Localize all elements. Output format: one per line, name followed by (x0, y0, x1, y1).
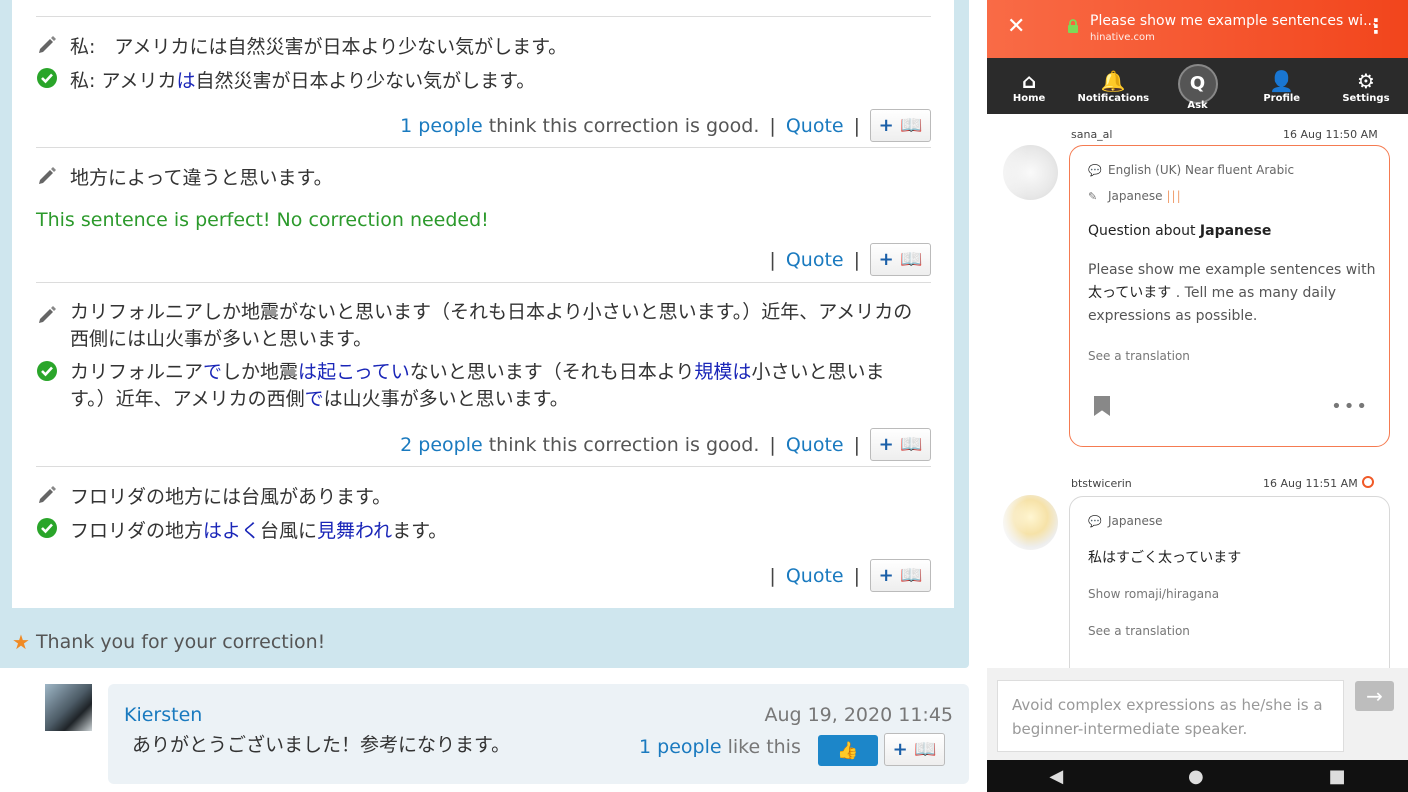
question-language: 💬 Japanese (1088, 514, 1163, 528)
correction-actions: 1 people think this correction is good. … (400, 109, 931, 142)
lock-icon (1068, 19, 1078, 33)
bell-icon: 🔔 (1100, 68, 1126, 93)
nav-home[interactable]: ⌂ Home (987, 58, 1071, 114)
see-translation-link[interactable]: See a translation (1088, 624, 1190, 638)
quote-link[interactable]: Quote (786, 434, 844, 456)
gear-icon: ⚙ (1356, 68, 1375, 93)
android-nav-bar: ◀ ● ■ (987, 760, 1408, 792)
add-to-notebook-button[interactable]: + 📖 (884, 733, 945, 766)
person-icon: 👤 (1269, 68, 1295, 93)
avatar[interactable] (45, 684, 92, 731)
answer-input[interactable]: Avoid complex expressions as he/she is a… (997, 680, 1344, 752)
browser-top-bar: ✕ Please show me example sentences wi...… (987, 0, 1408, 58)
page-url: hinative.com (1090, 32, 1155, 43)
question-card[interactable]: 💬 Japanese 私はすごく太っています Show romaji/hirag… (1069, 496, 1390, 696)
nav-ask[interactable]: Q Ask (1155, 58, 1239, 114)
corrected-sentence: カリフォルニアでしか地震は起こっていないと思います（それも日本より規模は小さいと… (36, 359, 915, 413)
back-icon[interactable]: ◀ (1049, 766, 1063, 787)
row-separator (36, 466, 931, 467)
pencil-icon (36, 483, 58, 505)
add-to-notebook-button[interactable]: + 📖 (870, 428, 931, 461)
nav-notifications[interactable]: 🔔 Notifications (1071, 58, 1155, 114)
add-to-notebook-button[interactable]: + 📖 (870, 109, 931, 142)
speech-bubble-icon: 💬 (1088, 163, 1102, 177)
corrected-text: カリフォルニアでしか地震は起こっていないと思います（それも日本より規模は小さいと… (70, 361, 885, 410)
corrected-sentence: 私: アメリカは自然災害が日本より少ない気がします。 (36, 67, 535, 95)
original-sentence: 私: アメリカには自然災害が日本より少ない気がします。 (36, 33, 567, 61)
correction-actions: | Quote | + 📖 (759, 559, 931, 592)
original-sentence: 地方によって違うと思います。 (36, 164, 333, 192)
row-separator (36, 147, 931, 148)
comment-box: Kiersten Aug 19, 2020 11:45 ありがとうございました！… (108, 684, 969, 784)
nav-profile[interactable]: 👤 Profile (1240, 58, 1324, 114)
clock-icon (1362, 476, 1374, 488)
home-circle-icon[interactable]: ● (1188, 766, 1204, 787)
like-button[interactable]: 👍 (818, 735, 878, 766)
corrected-sentence: フロリダの地方はよく台風に見舞われます。 (36, 517, 447, 545)
comment-message: ありがとうございました！参考になります。 (132, 734, 511, 756)
original-sentence: フロリダの地方には台風があります。 (36, 483, 391, 511)
like-count-link[interactable]: 1 people (639, 736, 722, 758)
question-date: 16 Aug 11:51 AM (1263, 477, 1358, 490)
question-sentence: 私はすごく太っています (1088, 550, 1242, 566)
send-button[interactable]: → (1355, 681, 1394, 711)
corrected-text: フロリダの地方はよく台風に見舞われます。 (70, 520, 448, 542)
home-icon: ⌂ (1021, 68, 1037, 93)
nav-settings[interactable]: ⚙ Settings (1324, 58, 1408, 114)
page-title: Please show me example sentences wi... (1090, 13, 1377, 29)
pencil-icon (36, 33, 58, 55)
answer-bar: Avoid complex expressions as he/she is a… (987, 668, 1408, 760)
pencil-icon (36, 164, 58, 186)
question-date: 16 Aug 11:50 AM (1283, 128, 1378, 141)
check-icon (36, 67, 58, 89)
see-translation-link[interactable]: See a translation (1088, 349, 1190, 363)
level-bars-icon: ||| (1166, 189, 1182, 203)
like-summary: 1 people like this (639, 736, 801, 758)
question-user[interactable]: btstwicerin (1071, 477, 1132, 490)
pencil-icon (36, 303, 58, 325)
perfect-message: This sentence is perfect! No correction … (36, 209, 489, 231)
speech-bubble-icon: 💬 (1088, 514, 1102, 528)
bookmark-icon[interactable] (1094, 396, 1110, 416)
user-languages: 💬 English (UK) Near fluent Arabic (1088, 163, 1295, 177)
more-options-icon[interactable]: ⋮ (1366, 14, 1386, 38)
correction-actions: 2 people think this correction is good. … (400, 428, 931, 461)
question-title: Question about Japanese (1088, 223, 1272, 239)
close-icon[interactable]: ✕ (1007, 14, 1025, 39)
quote-link[interactable]: Quote (786, 565, 844, 587)
add-to-notebook-button[interactable]: + 📖 (870, 559, 931, 592)
add-to-notebook-button[interactable]: + 📖 (870, 243, 931, 276)
comment-date: Aug 19, 2020 11:45 (764, 704, 953, 726)
recents-icon[interactable]: ■ (1329, 766, 1346, 787)
row-separator (36, 16, 931, 17)
question-body: Please show me example sentences with 太っ… (1088, 262, 1376, 324)
hinative-phone-view: ✕ Please show me example sentences wi...… (987, 0, 1408, 792)
more-options-icon[interactable]: ••• (1331, 396, 1369, 417)
user-learning: ✎ Japanese ||| (1088, 189, 1182, 203)
pencil-icon: ✎ (1088, 189, 1098, 203)
thumbs-up-icon: 👍 (837, 740, 859, 761)
app-nav-bar: ⌂ Home 🔔 Notifications Q Ask 👤 Profile ⚙… (987, 58, 1408, 114)
quote-link[interactable]: Quote (786, 249, 844, 271)
ask-icon: Q (1177, 63, 1218, 104)
corrected-text: 私: アメリカは自然災害が日本より少ない気がします。 (70, 70, 536, 92)
check-icon (36, 360, 58, 382)
star-icon: ★ (12, 630, 30, 654)
original-sentence: カリフォルニアしか地震がないと思います（それも日本より小さいと思います。）近年、… (36, 299, 915, 353)
quote-link[interactable]: Quote (786, 115, 844, 137)
question-user[interactable]: sana_al (1071, 128, 1112, 141)
corrections-page: 私: アメリカには自然災害が日本より少ない気がします。 私: アメリカは自然災害… (0, 0, 969, 792)
question-card[interactable]: 💬 English (UK) Near fluent Arabic ✎ Japa… (1069, 145, 1390, 447)
comment-author[interactable]: Kiersten (124, 704, 202, 726)
correction-actions: | Quote | + 📖 (759, 243, 931, 276)
people-count-link[interactable]: 2 people (400, 434, 483, 456)
people-count-link[interactable]: 1 people (400, 115, 483, 137)
check-icon (36, 517, 58, 539)
row-separator (36, 282, 931, 283)
thanks-banner: ★ Thank you for your correction! (12, 630, 326, 654)
show-romaji-link[interactable]: Show romaji/hiragana (1088, 587, 1219, 601)
arrow-right-icon: → (1366, 684, 1383, 708)
